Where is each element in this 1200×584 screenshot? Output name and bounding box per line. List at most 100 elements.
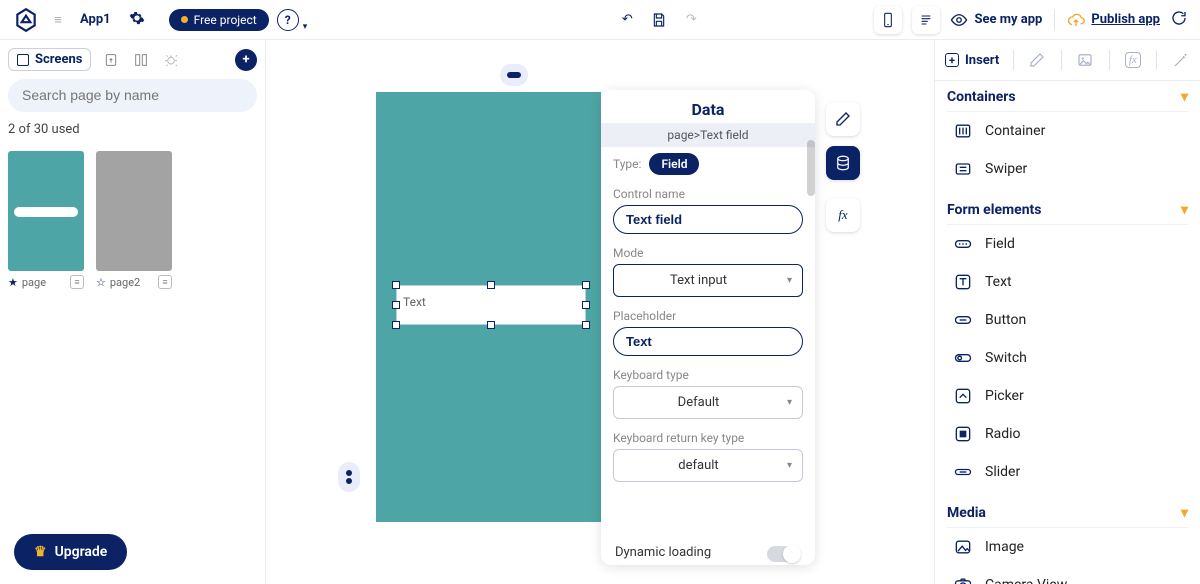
insert-group-media: Media▾ Image Camera View Map Web View [935,497,1200,584]
canvas-top-handle[interactable] [500,64,528,86]
resize-handle[interactable] [392,281,400,289]
resize-handle[interactable] [582,301,590,309]
return-key-label: Keyboard return key type [613,431,803,445]
export-icon[interactable] [101,50,121,70]
insert-item-swiper[interactable]: Swiper [947,150,1188,188]
top-right-tools: See my app Publish app [874,6,1188,34]
page-thumbnail[interactable]: ☆ page2 ≡ [96,151,172,289]
text-icon [951,270,975,294]
topbar: ≡ App1 Free project ? ▾ ↶ ↷ See my app P… [0,0,1200,40]
page-menu-icon[interactable]: ≡ [158,275,172,289]
swiper-icon [951,157,975,181]
search-input[interactable] [22,87,243,103]
formula-tab-icon[interactable]: fx [826,198,860,232]
chevron-down-icon: ▾ [787,275,792,286]
star-outline-icon[interactable]: ☆ [96,276,106,289]
screens-button[interactable]: Screens [8,48,91,71]
mode-label: Mode [613,246,803,260]
columns-icon[interactable] [131,50,151,70]
switch-icon [951,346,975,370]
edit-tab-icon[interactable] [1028,48,1047,72]
image-tab-icon[interactable] [1076,48,1095,72]
page-preview [96,151,172,271]
help-caret-icon[interactable]: ▾ [303,22,308,32]
chevron-down-icon: ▾ [787,460,792,471]
picker-icon [951,384,975,408]
return-key-select[interactable]: default▾ [613,449,803,482]
star-filled-icon[interactable]: ★ [8,276,18,289]
resize-handle[interactable] [392,301,400,309]
gear-icon[interactable] [129,10,145,30]
insert-item-container[interactable]: Container [947,112,1188,150]
data-tab-icon[interactable] [826,146,860,180]
edit-tab-icon[interactable] [826,102,860,136]
device-mobile-icon[interactable] [874,6,902,34]
add-page-button[interactable]: + [235,49,257,71]
undo-icon[interactable]: ↶ [617,10,637,30]
see-my-app-button[interactable]: See my app [950,11,1042,29]
insert-item-image[interactable]: Image [947,528,1188,566]
insert-item-camera[interactable]: Camera View [947,566,1188,584]
insert-group-containers: Containers▾ Container Swiper [935,81,1200,194]
insert-item-picker[interactable]: Picker [947,377,1188,415]
group-header[interactable]: Form elements▾ [947,202,1188,225]
separator [1054,10,1055,30]
placeholder-input[interactable] [613,327,803,356]
insert-item-slider[interactable]: Slider [947,453,1188,491]
redo-icon[interactable]: ↷ [681,10,701,30]
bug-icon[interactable] [161,50,181,70]
type-pill[interactable]: Field [649,153,699,175]
properties-title: Data [601,100,815,119]
page-thumbnail[interactable]: ★ page ≡ [8,151,84,289]
placeholder-label: Placeholder [613,309,803,323]
help-icon[interactable]: ? [277,9,299,31]
resize-handle[interactable] [487,321,495,329]
control-name-input[interactable] [613,205,803,234]
control-name-label: Control name [613,187,803,201]
insert-item-radio[interactable]: Radio [947,415,1188,453]
resize-handle[interactable] [582,321,590,329]
insert-item-switch[interactable]: Switch [947,339,1188,377]
insert-tab[interactable]: + Insert [945,53,999,68]
canvas[interactable]: Text Data page>Text field Type: Field Co… [266,40,934,584]
mode-select[interactable]: Text input▾ [613,264,803,297]
group-header[interactable]: Containers▾ [947,89,1188,112]
separator [1061,50,1062,70]
properties-breadcrumb[interactable]: page>Text field [601,123,815,147]
device-scroll-icon[interactable] [912,6,940,34]
left-panel-toolbar: Screens + [8,48,257,71]
camera-icon [951,573,975,584]
right-panel: + Insert fx Containers▾ Container Swiper [934,40,1200,584]
upgrade-button[interactable]: ♛ Upgrade [14,534,127,570]
separator [1013,50,1014,70]
dynamic-loading-toggle[interactable] [767,546,801,562]
page-menu-icon[interactable]: ≡ [70,275,84,289]
keyboard-type-select[interactable]: Default▾ [613,386,803,419]
radio-icon [951,422,975,446]
page-preview [8,151,84,271]
fx-tab-icon[interactable]: fx [1123,48,1142,72]
free-project-label: Free project [194,13,257,27]
app-logo[interactable] [12,6,40,34]
resize-handle[interactable] [392,321,400,329]
free-project-badge[interactable]: Free project [169,9,269,31]
magic-tab-icon[interactable] [1171,48,1190,72]
resize-handle[interactable] [487,281,495,289]
right-panel-tabs: + Insert fx [935,40,1200,81]
resize-handle[interactable] [582,281,590,289]
search-box[interactable] [8,79,257,112]
insert-item-button[interactable]: Button [947,301,1188,339]
reload-icon[interactable] [1170,9,1188,31]
insert-item-text[interactable]: Text [947,263,1188,301]
publish-app-button[interactable]: Publish app [1067,11,1160,29]
save-icon[interactable] [649,10,669,30]
canvas-side-handle[interactable] [338,462,360,492]
insert-item-field[interactable]: Field [947,225,1188,263]
group-header[interactable]: Media▾ [947,505,1188,528]
insert-list[interactable]: Containers▾ Container Swiper Form elemen… [935,81,1200,584]
breadcrumb-icon[interactable]: ≡ [46,10,70,30]
selected-text-field[interactable]: Text [396,285,586,325]
properties-scrollbar[interactable] [807,140,815,565]
type-label: Type: [613,157,641,171]
eye-icon [950,11,968,29]
